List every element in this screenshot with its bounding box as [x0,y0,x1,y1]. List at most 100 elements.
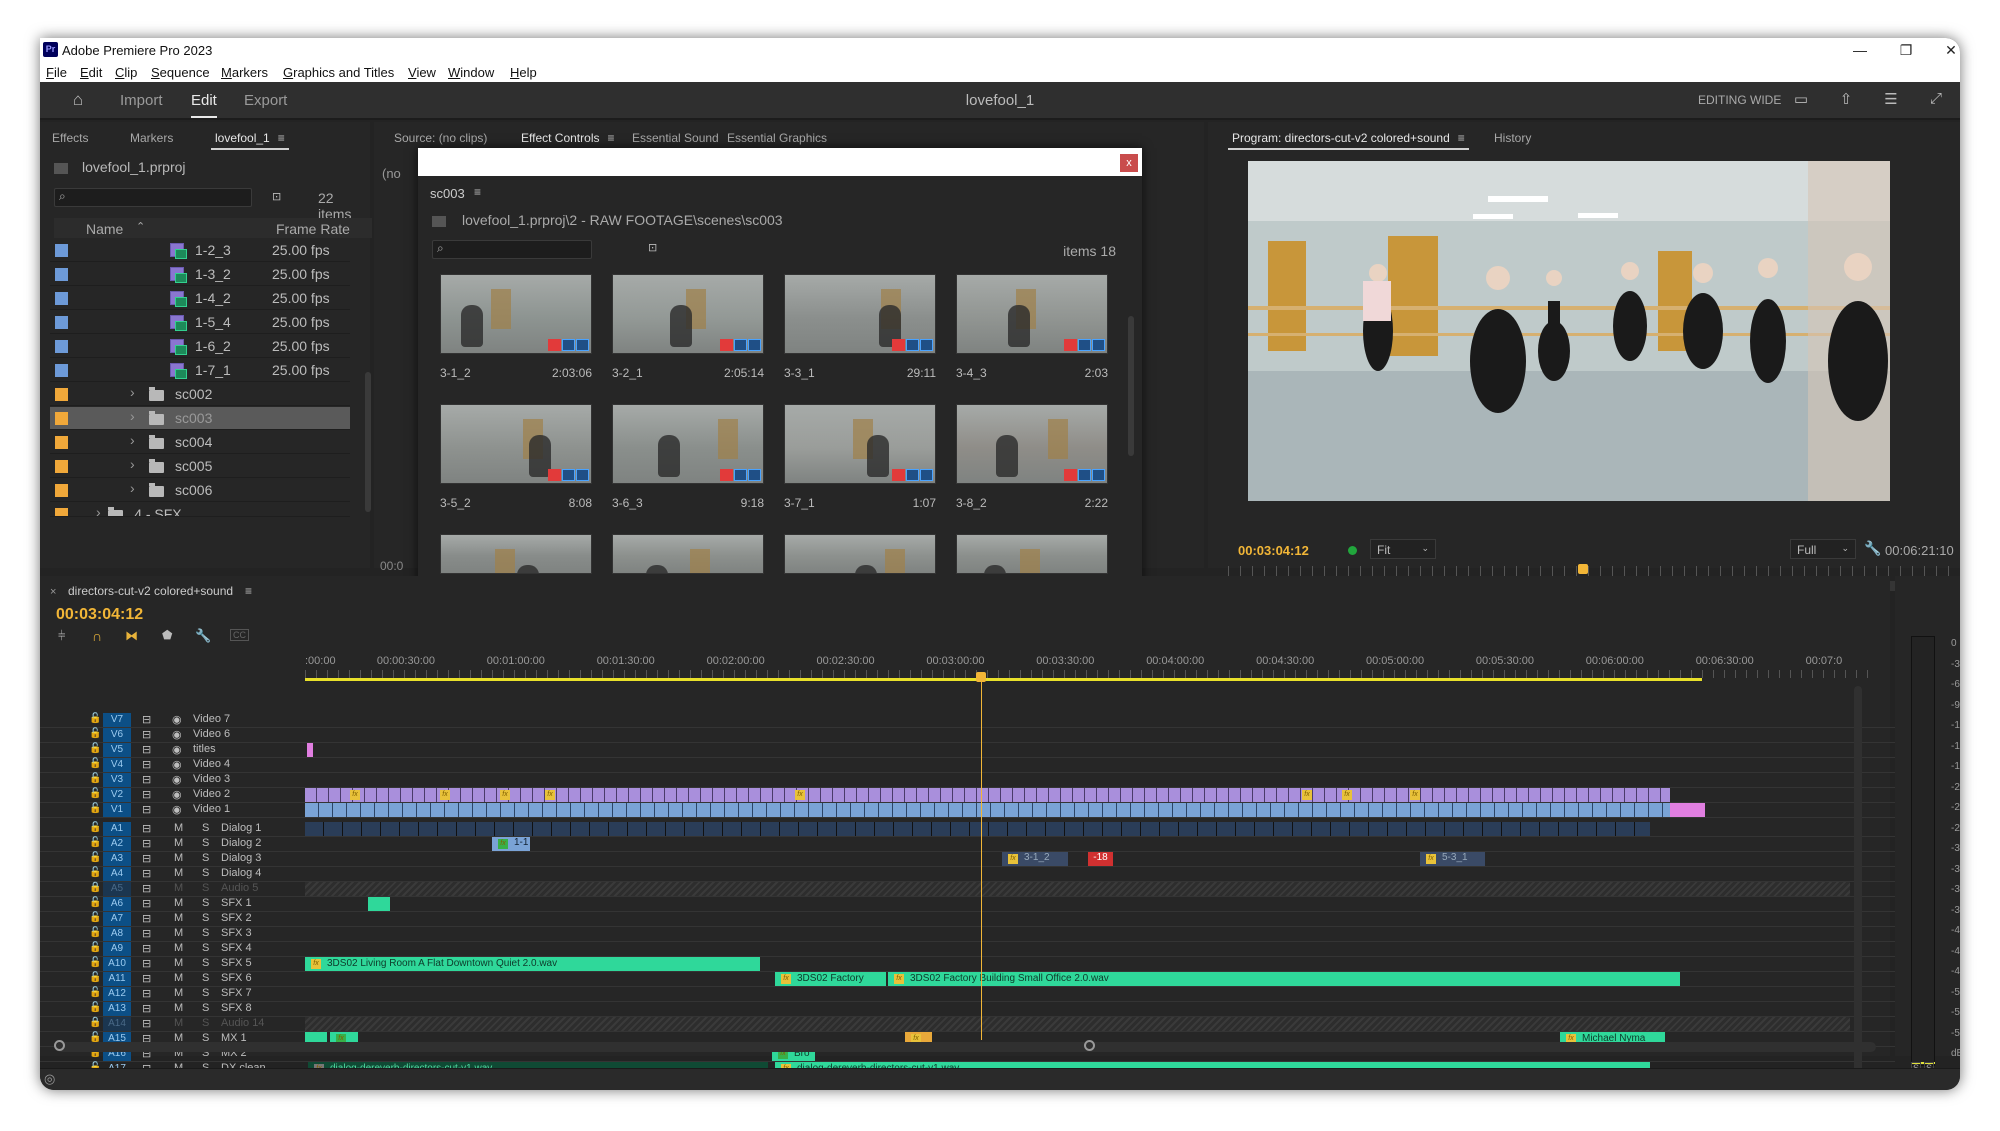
project-item[interactable]: 1-4_2 25.00 fps [50,287,350,310]
track-target-toggle[interactable]: A8 [103,927,131,941]
mute-button[interactable]: M [174,852,183,864]
timeline-clip[interactable]: 3DS02 Factory Building Small Office 2.0.… [888,972,1680,986]
clip-thumbnail[interactable] [612,274,764,354]
track-target-toggle[interactable]: A4 [103,867,131,881]
clip-thumbnail[interactable] [784,274,936,354]
unlock-icon[interactable]: 🔓 [89,867,101,878]
panel-menu-icon[interactable]: ≡ [607,131,614,145]
track-name[interactable]: Dialog 3 [221,852,261,864]
project-item[interactable]: › sc002 [50,383,350,406]
sync-lock-icon[interactable]: ⊟ [142,822,151,835]
program-video-frame[interactable] [1248,161,1890,501]
track-name[interactable]: SFX 7 [221,987,252,999]
menu-graphics-and-titles[interactable]: Graphics and Titles [283,65,394,80]
timeline-horizontal-scrollbar[interactable] [56,1042,1876,1052]
track-name[interactable]: SFX 1 [221,897,252,909]
project-item[interactable]: 1-3_2 25.00 fps [50,263,350,286]
mute-button[interactable]: M [174,822,183,834]
expand-chevron-icon[interactable]: › [130,432,135,448]
sync-lock-icon[interactable]: ⊟ [142,942,151,955]
track-name[interactable]: Video 6 [193,728,230,740]
unlock-icon[interactable]: 🔓 [89,803,101,814]
track-row-a9[interactable]: 🔓 A9 ⊟ M S SFX 4 [40,942,1895,957]
timeline-vertical-scrollbar[interactable] [1854,686,1862,1076]
scroll-handle-right[interactable] [1084,1040,1095,1051]
clip-thumbnail[interactable] [612,534,764,574]
close-window-button[interactable]: ✕ [1931,40,1960,60]
expand-chevron-icon[interactable]: › [130,480,135,496]
track-row-v3[interactable]: 🔓 V3 ⊟ ◉ Video 3 [40,773,1895,788]
track-target-toggle[interactable]: A2 [103,837,131,851]
mute-button[interactable]: M [174,1002,183,1014]
find-icon[interactable]: ⊡ [272,190,281,203]
unlock-icon[interactable]: 🔓 [89,972,101,983]
project-item[interactable]: › 4 - SFX [50,503,350,517]
solo-button[interactable]: S [202,822,209,834]
column-frame-rate[interactable]: Frame Rate [276,221,350,237]
mute-button[interactable]: M [174,1017,183,1029]
track-name[interactable]: Audio 5 [221,882,258,894]
tab-project[interactable]: lovefool_1 ≡ [211,131,289,150]
restore-button[interactable]: ❐ [1886,40,1926,60]
solo-button[interactable]: S [202,1002,209,1014]
clip-thumbnail[interactable] [784,404,936,484]
sync-lock-icon[interactable]: ⊟ [142,972,151,985]
track-target-toggle[interactable]: A10 [103,957,131,971]
track-target-toggle[interactable]: V5 [103,743,131,757]
clip-thumbnail[interactable] [784,534,936,574]
solo-button[interactable]: S [202,867,209,879]
program-playhead[interactable] [1578,564,1589,574]
unlock-icon[interactable]: 🔓 [89,743,101,754]
bin-search-input[interactable]: ⌕ [432,240,592,259]
menu-edit[interactable]: Edit [80,65,102,80]
label-color-swatch[interactable] [55,292,68,305]
bin-scrollbar[interactable] [1128,316,1134,456]
unlock-icon[interactable]: 🔓 [89,1002,101,1013]
track-name[interactable]: Dialog 2 [221,837,261,849]
menu-sequence[interactable]: Sequence [151,65,210,80]
resolution-select[interactable]: Full ⌄ [1790,539,1856,559]
captions-icon[interactable]: CC [230,629,249,641]
clip-thumbnail[interactable] [956,534,1108,574]
unlock-icon[interactable]: 🔓 [89,942,101,953]
clip-thumbnail[interactable] [612,404,764,484]
sync-lock-icon[interactable]: ⊟ [142,788,151,801]
menu-view[interactable]: View [408,65,436,80]
expand-chevron-icon[interactable]: › [130,408,135,424]
unlock-icon[interactable]: 🔓 [89,912,101,923]
lock-icon[interactable]: 🔒 [89,882,101,893]
track-name[interactable]: SFX 2 [221,912,252,924]
insert-nest-icon[interactable]: ⫩ [58,628,65,644]
unlock-icon[interactable]: 🔓 [89,987,101,998]
solo-button[interactable]: S [202,972,209,984]
timeline-clip[interactable]: 3DS02 Factory fx [775,972,886,986]
add-marker-icon[interactable]: ⬟ [162,628,172,642]
track-target-toggle[interactable]: V7 [103,713,131,727]
zoom-level-select[interactable]: Fit ⌄ [1370,539,1436,559]
solo-button[interactable]: S [202,882,209,894]
mute-button[interactable]: M [174,882,183,894]
panel-menu-icon[interactable]: ≡ [245,584,252,598]
label-color-swatch[interactable] [55,436,68,449]
timeline-clip[interactable] [305,803,1670,817]
label-color-swatch[interactable] [55,244,68,257]
track-target-toggle[interactable]: V2 [103,788,131,802]
solo-button[interactable]: S [202,927,209,939]
unlock-icon[interactable]: 🔓 [89,788,101,799]
share-icon[interactable]: ⇧ [1835,90,1857,110]
tab-source[interactable]: Source: (no clips) [394,131,487,145]
tab-essential-graphics[interactable]: Essential Graphics [727,131,827,145]
unlock-icon[interactable]: 🔓 [89,758,101,769]
track-target-toggle[interactable]: V6 [103,728,131,742]
mute-button[interactable]: M [174,927,183,939]
timeline-timecode[interactable]: 00:03:04:12 [56,606,143,624]
sync-lock-icon[interactable]: ⊟ [142,912,151,925]
track-row-a12[interactable]: 🔓 A12 ⊟ M S SFX 7 [40,987,1895,1002]
timeline-clip[interactable]: 1-1 fx [492,837,530,851]
track-row-a3[interactable]: 🔓 A3 ⊟ M S Dialog 3 [40,852,1895,867]
mute-button[interactable]: M [174,837,183,849]
project-search-input[interactable]: ⌕ [54,188,252,207]
panel-menu-icon[interactable]: ≡ [1458,131,1465,145]
bin-close-button[interactable]: x [1120,154,1138,172]
parent-folder-icon[interactable] [432,216,446,227]
